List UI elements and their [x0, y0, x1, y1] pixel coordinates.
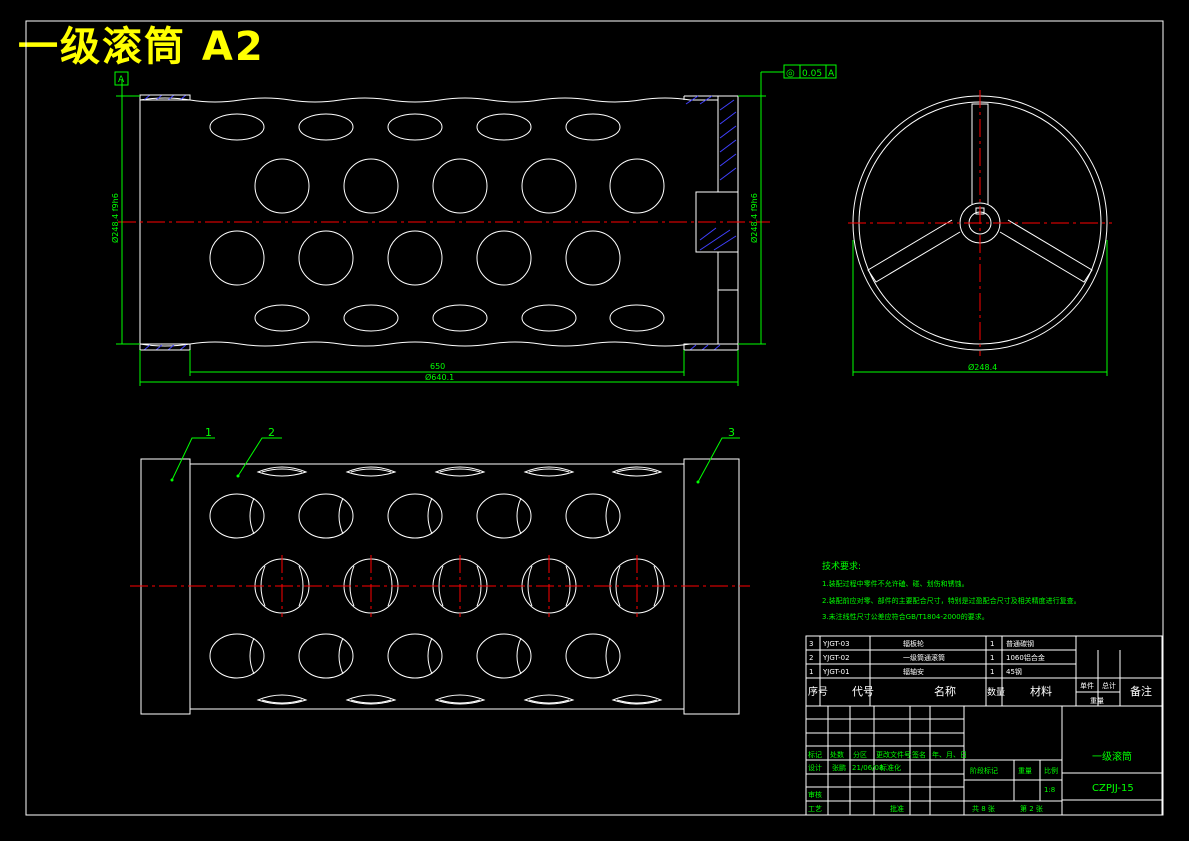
tb-process: 工艺 [808, 805, 822, 813]
balloon-1: 1 [205, 426, 212, 439]
bom-h-total: 总计 [1102, 681, 1116, 690]
bom-r3-code: YJGT-01 [822, 668, 850, 676]
tb-designer: 张鹏 [832, 763, 846, 772]
right-diameter-dim: Ø248.4 f9h6 [749, 193, 759, 243]
bom-header: 序号 代号 名称 数量 材料 单件 总计 重量 备注 [808, 681, 1152, 705]
datum-label: A [118, 75, 125, 85]
tb-drawing-no: CZPJJ-15 [1092, 783, 1134, 794]
tb-change: 更改文件号 [876, 750, 911, 759]
tech-heading: 技术要求: [822, 560, 861, 572]
bom-rows: 3 YJGT-03 辐板轮 1 普通碳钢 2 YJGT-02 一级筒通滚筒 1 … [809, 639, 1045, 676]
bom-r2-mat: 1060铝合金 [1006, 653, 1045, 662]
tb-mark: 标记 [808, 750, 822, 759]
tech-item-1: 1.装配过程中零件不允许磕、碰、划伤和锈蚀。 [822, 579, 969, 588]
bom-r1-qty: 1 [990, 640, 994, 648]
tb-scale-value: 1:8 [1044, 786, 1055, 794]
bom-h-qty: 数量 [987, 686, 1005, 698]
tb-approve: 批准 [890, 804, 904, 813]
tb-date: 年、月、日 [932, 750, 967, 759]
tolerance-datum: A [828, 69, 835, 79]
engineering-drawing: Ø248.4 f9h6 Ø248.4 f9h6 650 Ø640.1 A ◎ 0… [25, 20, 1164, 816]
tb-weight: 重量 [1018, 767, 1032, 775]
left-diameter-dim: Ø248.4 f9h6 [110, 193, 120, 243]
tb-standardize: 标准化 [880, 763, 901, 772]
circle-diameter-dim: Ø248.4 [968, 362, 997, 372]
bom-r2-code: YJGT-02 [822, 654, 850, 662]
tech-item-2: 2.装配前应对零、部件的主要配合尺寸，特别是过盈配合尺寸及相关精度进行复查。 [822, 596, 1081, 605]
bom-h-no: 序号 [808, 685, 828, 698]
bom-r3-name: 辐轴安 [903, 667, 924, 676]
tb-design: 设计 [808, 763, 822, 772]
overall-length-dim: Ø640.1 [425, 372, 454, 382]
bom-h-name: 名称 [934, 684, 956, 698]
balloon-2: 2 [268, 426, 275, 439]
tb-stage: 阶段标记 [970, 766, 998, 775]
bottom-view-centerlines [130, 555, 750, 617]
tb-count: 处数 [830, 750, 844, 759]
bom-h-remark: 备注 [1130, 684, 1152, 698]
bom-h-unit: 单件 [1080, 681, 1094, 690]
tolerance-symbol: ◎ [786, 68, 795, 79]
balloon-dots [170, 474, 700, 484]
bom-r3-no: 1 [809, 668, 813, 676]
bom-r2-no: 2 [809, 654, 813, 662]
bom-r2-qty: 1 [990, 654, 994, 662]
bom-h-mat: 材料 [1030, 684, 1052, 698]
tb-part-name: 一级滚筒 [1092, 750, 1132, 763]
inner-length-dim: 650 [430, 362, 445, 371]
tb-sign: 签名 [912, 750, 926, 759]
bom-h-weight: 重量 [1090, 697, 1104, 705]
bom-r1-name: 辐板轮 [903, 639, 924, 648]
bom-r1-mat: 普通碳钢 [1006, 639, 1034, 648]
tb-sheet-no: 第 2 张 [1020, 804, 1043, 813]
tb-review: 审核 [808, 790, 822, 799]
tech-item-3: 3.未注线性尺寸公差应符合GB/T1804-2000的要求。 [822, 612, 989, 621]
balloon-3: 3 [728, 426, 735, 439]
tb-design-date: 21/06/08 [852, 764, 883, 772]
bom-r3-qty: 1 [990, 668, 994, 676]
tolerance-value: 0.05 [802, 69, 822, 79]
title-block-labels: 标记 处数 分区 更改文件号 签名 年、月、日 设计 张鹏 21/06/08 标… [808, 750, 1134, 813]
tb-scale: 比例 [1044, 766, 1058, 775]
bom-r1-no: 3 [809, 640, 813, 648]
bom-h-code: 代号 [852, 685, 874, 698]
bom-r1-code: YJGT-03 [822, 640, 850, 648]
bom-r3-mat: 45钢 [1006, 667, 1022, 676]
tb-sheets-total: 共 8 张 [972, 804, 995, 813]
side-view-centerlines [848, 90, 1112, 356]
bom-r2-name: 一级筒通滚筒 [903, 653, 945, 662]
tb-zone: 分区 [853, 750, 867, 759]
